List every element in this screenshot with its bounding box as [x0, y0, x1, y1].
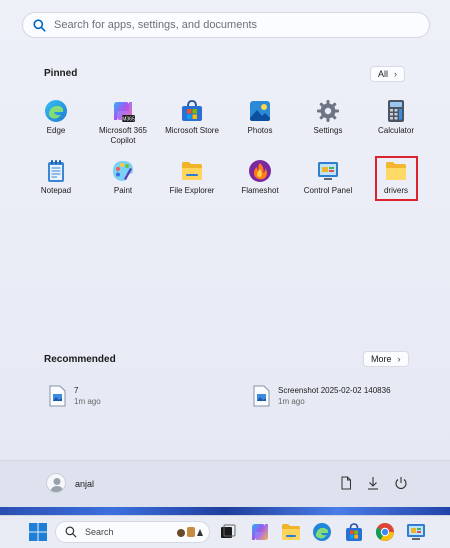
- search-box[interactable]: [22, 12, 430, 38]
- app-edge[interactable]: Edge: [26, 99, 86, 136]
- recommended-name: Screenshot 2025-02-02 140836: [278, 386, 391, 395]
- search-input[interactable]: [54, 19, 414, 31]
- app-label: Settings: [313, 126, 343, 135]
- pinned-title: Pinned: [44, 68, 78, 79]
- app-label: Calculator: [377, 126, 414, 135]
- all-apps-button[interactable]: All ›: [370, 66, 406, 82]
- search-icon: [65, 526, 77, 538]
- app-label: Microsoft 365 Copilot: [98, 126, 148, 145]
- chevron-right-icon: ›: [394, 69, 398, 79]
- file-explorer-icon[interactable]: [281, 522, 301, 542]
- image-file-icon: [49, 385, 66, 407]
- edge-icon: [45, 100, 67, 122]
- photos-icon: [250, 101, 270, 121]
- windows-start-icon[interactable]: [28, 522, 48, 542]
- more-button[interactable]: More ›: [363, 351, 409, 367]
- power-icon[interactable]: [394, 476, 408, 490]
- flameshot-icon: [249, 160, 271, 182]
- app-calculator[interactable]: Calculator: [366, 99, 426, 136]
- m365-badge: M365: [122, 117, 135, 123]
- user-icon: [50, 478, 64, 492]
- app-file-explorer[interactable]: File Explorer: [162, 159, 222, 196]
- documents-icon[interactable]: [339, 476, 353, 490]
- store-icon: [182, 100, 202, 121]
- recommended-name: 7: [74, 386, 79, 395]
- app-label: Flameshot: [241, 186, 279, 195]
- recommended-item[interactable]: 7 1m ago: [49, 385, 101, 407]
- app-microsoft-store[interactable]: Microsoft Store: [162, 99, 222, 136]
- avatar[interactable]: [46, 473, 66, 493]
- paint-icon: [113, 161, 133, 181]
- task-view-icon[interactable]: [218, 522, 238, 542]
- app-control-panel[interactable]: Control Panel: [298, 159, 358, 196]
- taskbar-search[interactable]: Search: [55, 521, 210, 543]
- app-notepad[interactable]: Notepad: [26, 159, 86, 196]
- app-label: Paint: [113, 186, 133, 195]
- downloads-icon[interactable]: [366, 476, 380, 490]
- recommended-item[interactable]: Screenshot 2025-02-02 140836 1m ago: [253, 385, 391, 407]
- image-file-icon: [253, 385, 270, 407]
- control-panel-icon: [318, 162, 338, 180]
- app-label: Control Panel: [303, 186, 353, 195]
- app-label: Photos: [247, 126, 273, 135]
- recommended-time: 1m ago: [74, 397, 101, 406]
- desktop-wallpaper: [0, 507, 450, 515]
- app-flameshot[interactable]: Flameshot: [230, 159, 290, 196]
- control-panel-icon[interactable]: [406, 522, 426, 542]
- folder-icon: [182, 162, 202, 180]
- app-label: Notepad: [40, 186, 72, 195]
- app-paint[interactable]: Paint: [93, 159, 153, 196]
- taskbar: Search: [0, 515, 450, 548]
- user-bar: anjal: [0, 460, 450, 507]
- m365-copilot-icon: M365: [114, 102, 135, 123]
- calculator-icon: [388, 100, 404, 122]
- app-label: Edge: [46, 126, 66, 135]
- app-label: Microsoft Store: [165, 126, 219, 135]
- app-m365-copilot[interactable]: M365 Microsoft 365 Copilot: [93, 99, 153, 146]
- recommended-time: 1m ago: [278, 397, 305, 406]
- app-photos[interactable]: Photos: [230, 99, 290, 136]
- edge-icon[interactable]: [312, 522, 332, 542]
- start-menu: Pinned All › Edge M365 Microsoft 365 Cop…: [0, 0, 450, 507]
- notepad-icon: [48, 160, 64, 182]
- store-icon[interactable]: [344, 522, 364, 542]
- search-icon: [33, 18, 46, 32]
- app-label: File Explorer: [169, 186, 215, 195]
- copilot-icon[interactable]: [250, 522, 270, 542]
- taskbar-search-label: Search: [85, 527, 114, 537]
- all-apps-label: All: [378, 69, 389, 79]
- recommended-title: Recommended: [44, 354, 116, 365]
- chrome-icon[interactable]: [375, 522, 395, 542]
- chevron-right-icon: ›: [397, 354, 401, 364]
- gear-icon: [317, 100, 339, 122]
- app-settings[interactable]: Settings: [298, 99, 358, 136]
- username[interactable]: anjal: [75, 479, 94, 489]
- more-label: More: [371, 354, 392, 364]
- highlight-box: [375, 156, 418, 201]
- search-highlight-icon: [177, 527, 203, 537]
